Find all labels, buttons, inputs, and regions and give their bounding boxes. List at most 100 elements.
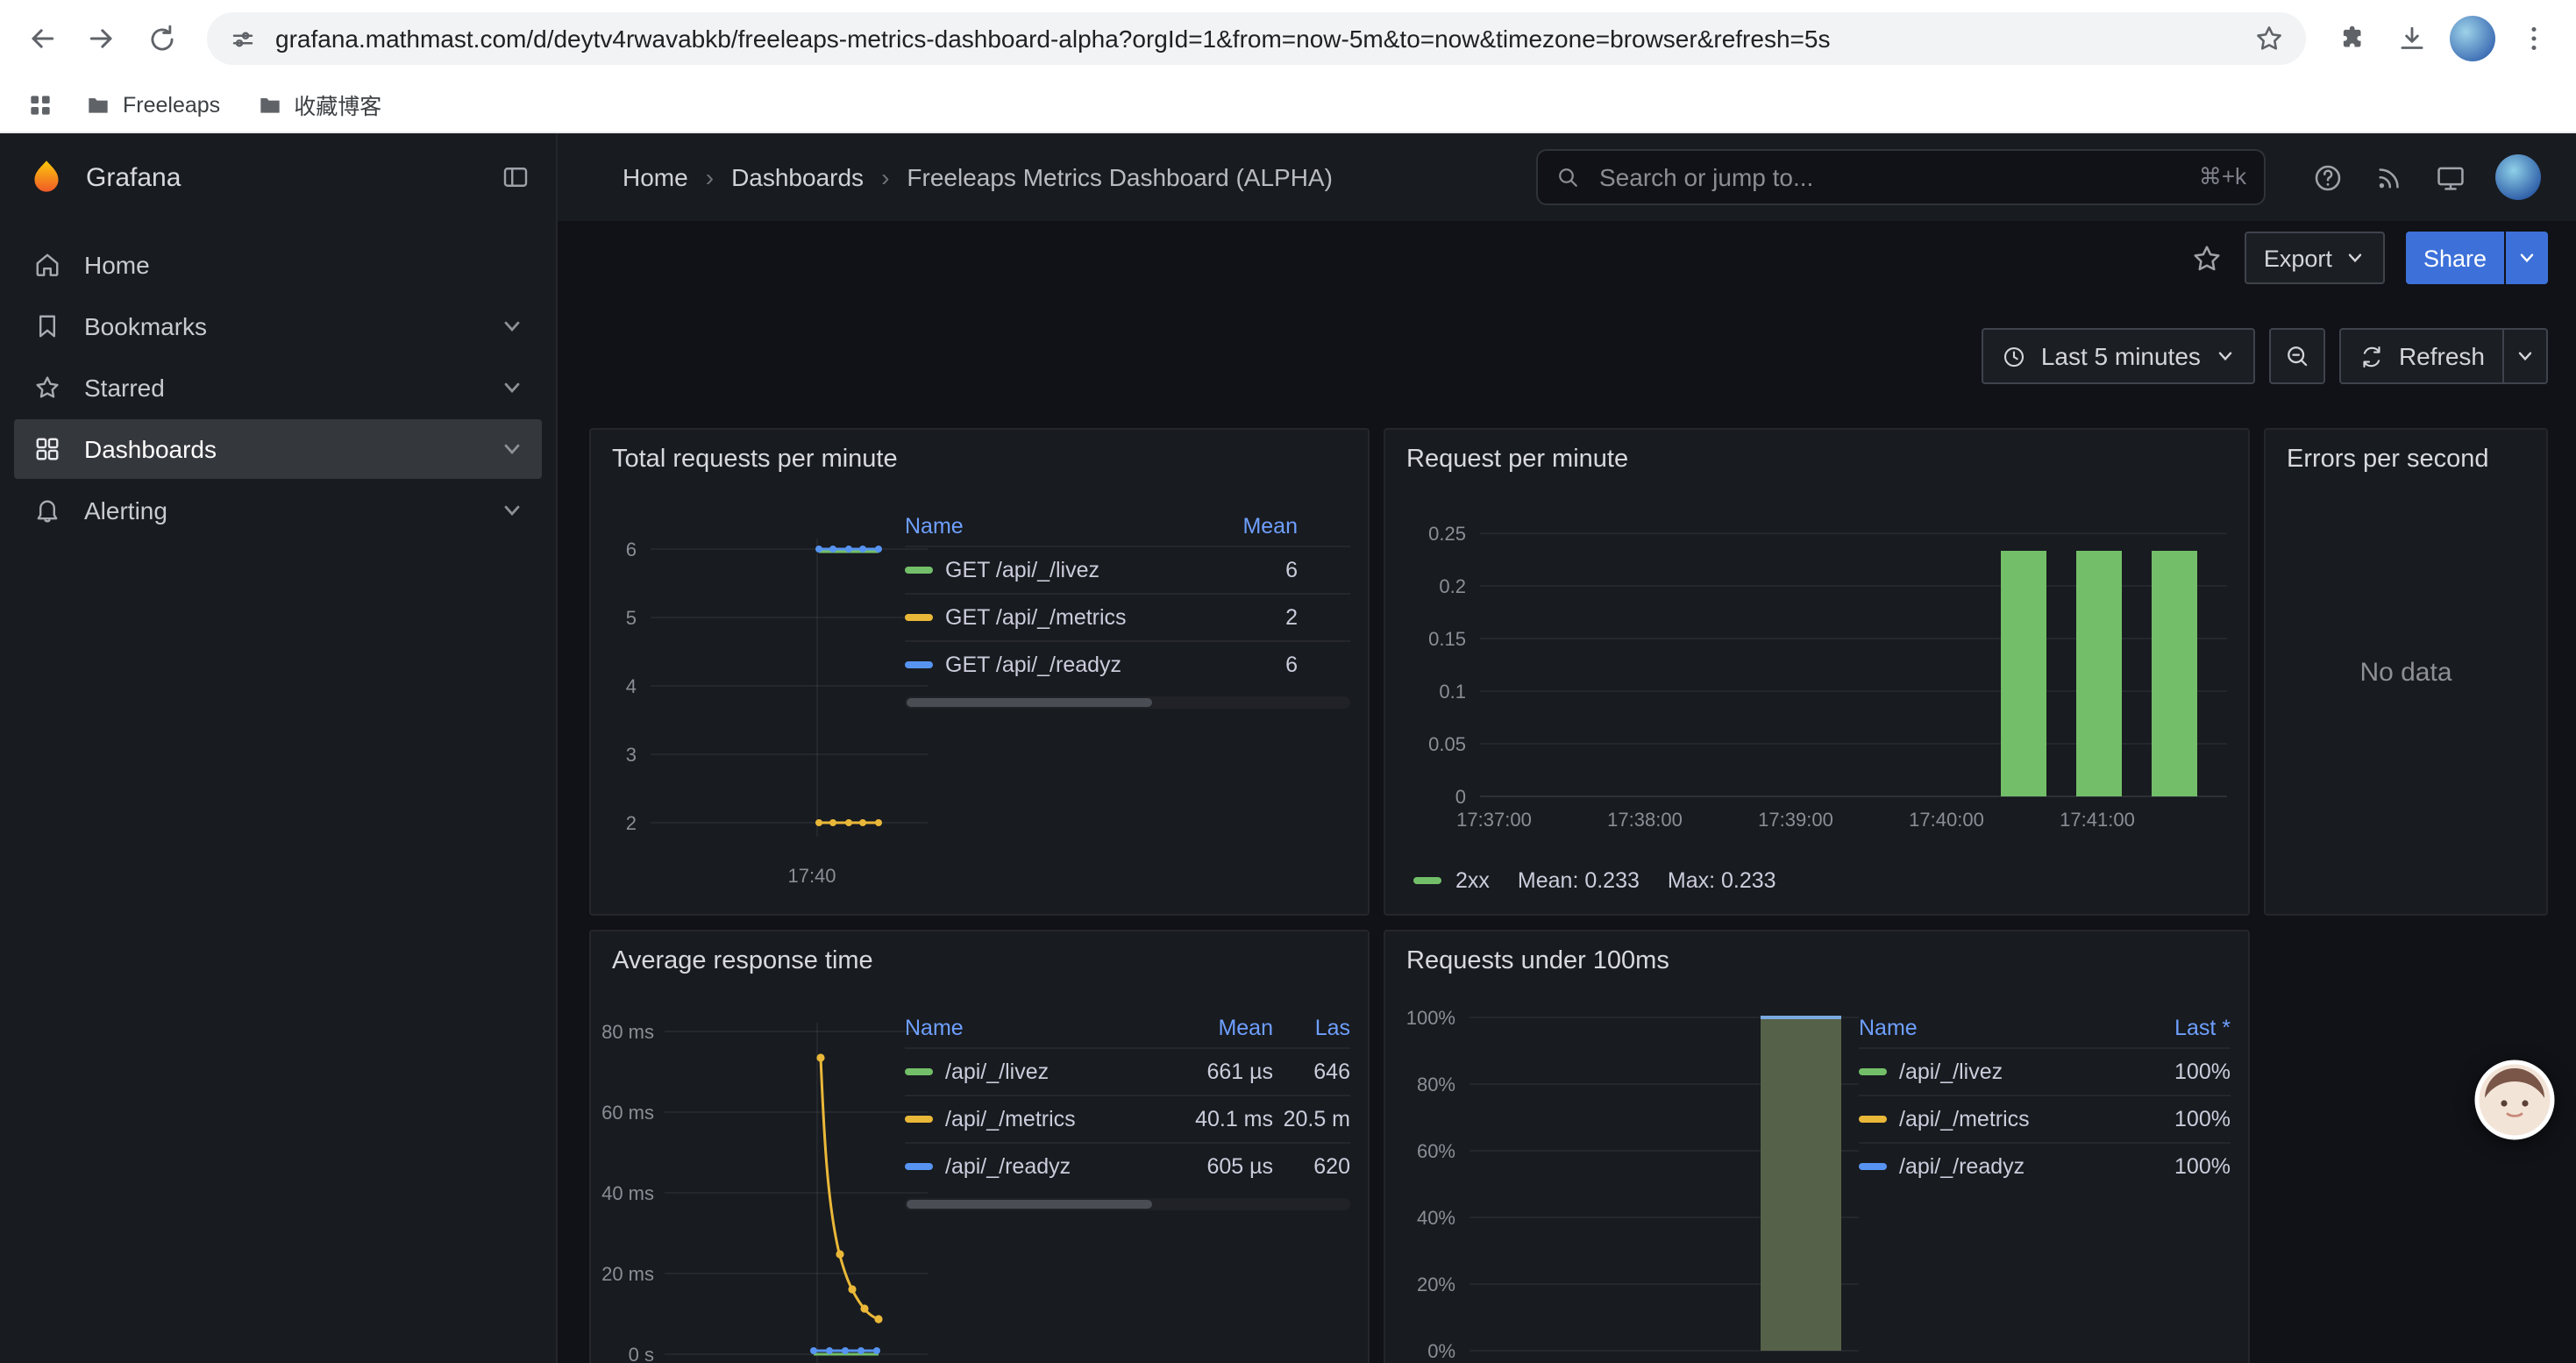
apps-grid-button[interactable] — [18, 82, 63, 127]
series-name: /api/_/readyz — [1899, 1154, 2025, 1179]
reload-button[interactable] — [133, 11, 189, 67]
news-rss-icon[interactable] — [2373, 161, 2406, 194]
series-name: /api/_/readyz — [945, 1154, 1071, 1179]
share-button[interactable]: Share — [2406, 232, 2504, 284]
bookmark-folder-label: Freeleaps — [123, 92, 220, 117]
legend-scrollbar-thumb[interactable] — [907, 698, 1151, 707]
legend-table: Name Last * /api/_/livez 100% /api/_/met… — [1859, 1009, 2231, 1189]
grafana-logo[interactable] — [25, 155, 68, 199]
legend-row[interactable]: GET /api/_/livez 6 — [905, 546, 1350, 593]
share-label: Share — [2423, 245, 2487, 271]
sidebar-item-starred[interactable]: Starred — [14, 358, 542, 417]
legend-header-last[interactable]: Last * — [2132, 1016, 2231, 1040]
legend-row[interactable]: GET /api/_/metrics 2 — [905, 593, 1350, 640]
panel-errors-per-second: Errors per second No data — [2264, 428, 2548, 916]
downloads-button[interactable] — [2383, 11, 2439, 67]
favorite-star-icon[interactable] — [2190, 241, 2224, 275]
sidebar-brand-row: Grafana — [0, 133, 556, 221]
search-input[interactable] — [1596, 161, 2185, 193]
panel-title[interactable]: Average response time — [591, 931, 1368, 975]
legend-row[interactable]: /api/_/readyz 100% — [1859, 1142, 2231, 1189]
legend-row[interactable]: /api/_/metrics 40.1 ms 20.5 m — [905, 1095, 1350, 1142]
svg-text:5: 5 — [626, 607, 637, 629]
legend-row[interactable]: /api/_/readyz 605 µs 620 — [905, 1142, 1350, 1189]
share-menu-button[interactable] — [2506, 232, 2548, 284]
panel-title[interactable]: Requests under 100ms — [1385, 931, 2248, 975]
browser-menu-button[interactable] — [2506, 11, 2562, 67]
main-area: Home › Dashboards › Freeleaps Metrics Da… — [558, 133, 2576, 1363]
sidebar-item-home[interactable]: Home — [14, 235, 542, 295]
assistant-avatar[interactable] — [2474, 1060, 2555, 1140]
brand-name: Grafana — [86, 162, 181, 192]
url-bar[interactable] — [207, 12, 2306, 65]
legend-table: Name Mean GET /api/_/livez 6 GET /api/_/… — [905, 507, 1350, 709]
bookmark-folder-freeleaps[interactable]: Freeleaps — [70, 85, 234, 124]
dock-menu-icon — [500, 161, 531, 193]
time-range-picker[interactable]: Last 5 minutes — [1982, 328, 2255, 384]
panel-title[interactable]: Errors per second — [2266, 430, 2546, 474]
sidebar-item-bookmarks[interactable]: Bookmarks — [14, 296, 542, 356]
bookmark-folder-blogs[interactable]: 收藏博客 — [241, 82, 395, 126]
legend-series-2xx[interactable]: 2xx — [1413, 868, 1490, 893]
help-icon[interactable] — [2311, 161, 2345, 194]
legend-row[interactable]: /api/_/livez 661 µs 646 — [905, 1047, 1350, 1095]
sidebar: Grafana Home Bookmarks Starred — [0, 133, 558, 1363]
screen: Freeleaps 收藏博客 Grafana — [0, 0, 2576, 1363]
legend-row[interactable]: /api/_/livez 100% — [1859, 1047, 2231, 1095]
legend-row[interactable]: /api/_/metrics 100% — [1859, 1095, 2231, 1142]
chevron-down-icon[interactable] — [500, 498, 524, 523]
series-mean: 2 — [1199, 605, 1298, 630]
display-monitor-icon[interactable] — [2434, 161, 2467, 194]
time-controls-row: Last 5 minutes Refresh — [558, 295, 2576, 417]
breadcrumb-home[interactable]: Home — [623, 163, 688, 191]
bar-2xx[interactable] — [2001, 551, 2046, 796]
back-button[interactable] — [14, 11, 70, 67]
url-input[interactable] — [272, 23, 2239, 54]
forward-button[interactable] — [74, 11, 130, 67]
chevron-down-icon[interactable] — [500, 314, 524, 339]
legend-header-last[interactable]: Las — [1273, 1016, 1350, 1040]
legend-inline: 2xx Mean: 0.233 Max: 0.233 — [1413, 868, 1776, 893]
panel-title[interactable]: Request per minute — [1385, 430, 2248, 474]
legend-header-mean[interactable]: Mean — [1199, 514, 1298, 539]
sidebar-item-alerting[interactable]: Alerting — [14, 481, 542, 540]
kebab-menu-icon — [2518, 23, 2550, 54]
search-bar[interactable]: ⌘+k — [1536, 149, 2266, 205]
series-swatch — [1859, 1116, 1887, 1123]
legend-header-name[interactable]: Name — [905, 514, 1199, 539]
legend-scrollbar-thumb[interactable] — [907, 1200, 1151, 1209]
breadcrumb-dashboards[interactable]: Dashboards — [731, 163, 864, 191]
panel-row-1: Total requests per minute 6 5 4 3 — [589, 428, 2548, 916]
extensions-button[interactable] — [2323, 11, 2380, 67]
legend-header-mean[interactable]: Mean — [1171, 1016, 1273, 1040]
home-icon — [32, 249, 63, 281]
svg-text:0: 0 — [1455, 786, 1466, 808]
series-mean: 40.1 ms — [1171, 1107, 1273, 1131]
chevron-down-icon[interactable] — [500, 437, 524, 461]
refresh-button[interactable]: Refresh — [2339, 328, 2504, 384]
series-swatch — [1859, 1068, 1887, 1075]
legend-header-name[interactable]: Name — [905, 1016, 1171, 1040]
bar-2xx[interactable] — [2152, 551, 2197, 796]
sidebar-dock-button[interactable] — [500, 161, 531, 193]
user-avatar[interactable] — [2495, 154, 2541, 200]
series-last: 646 — [1273, 1060, 1350, 1084]
site-settings-icon[interactable] — [228, 24, 258, 54]
sidebar-item-label: Starred — [84, 374, 165, 402]
browser-profile-avatar[interactable] — [2450, 16, 2495, 61]
bar-under-100ms[interactable] — [1761, 1017, 1841, 1351]
bookmark-star-icon[interactable] — [2253, 23, 2285, 54]
svg-text:20%: 20% — [1417, 1274, 1455, 1295]
export-button[interactable]: Export — [2245, 232, 2385, 284]
bar-2xx[interactable] — [2076, 551, 2122, 796]
sidebar-item-dashboards[interactable]: Dashboards — [14, 419, 542, 479]
refresh-interval-button[interactable] — [2502, 328, 2548, 384]
panel-title[interactable]: Total requests per minute — [591, 430, 1368, 474]
zoom-out-time-button[interactable] — [2269, 328, 2325, 384]
chevron-down-icon[interactable] — [500, 375, 524, 400]
bell-icon — [32, 495, 63, 526]
legend-row[interactable]: GET /api/_/readyz 6 — [905, 640, 1350, 688]
legend-header-name[interactable]: Name — [1859, 1016, 2132, 1040]
series-name: /api/_/livez — [1899, 1060, 2003, 1084]
svg-text:60 ms: 60 ms — [601, 1102, 654, 1124]
